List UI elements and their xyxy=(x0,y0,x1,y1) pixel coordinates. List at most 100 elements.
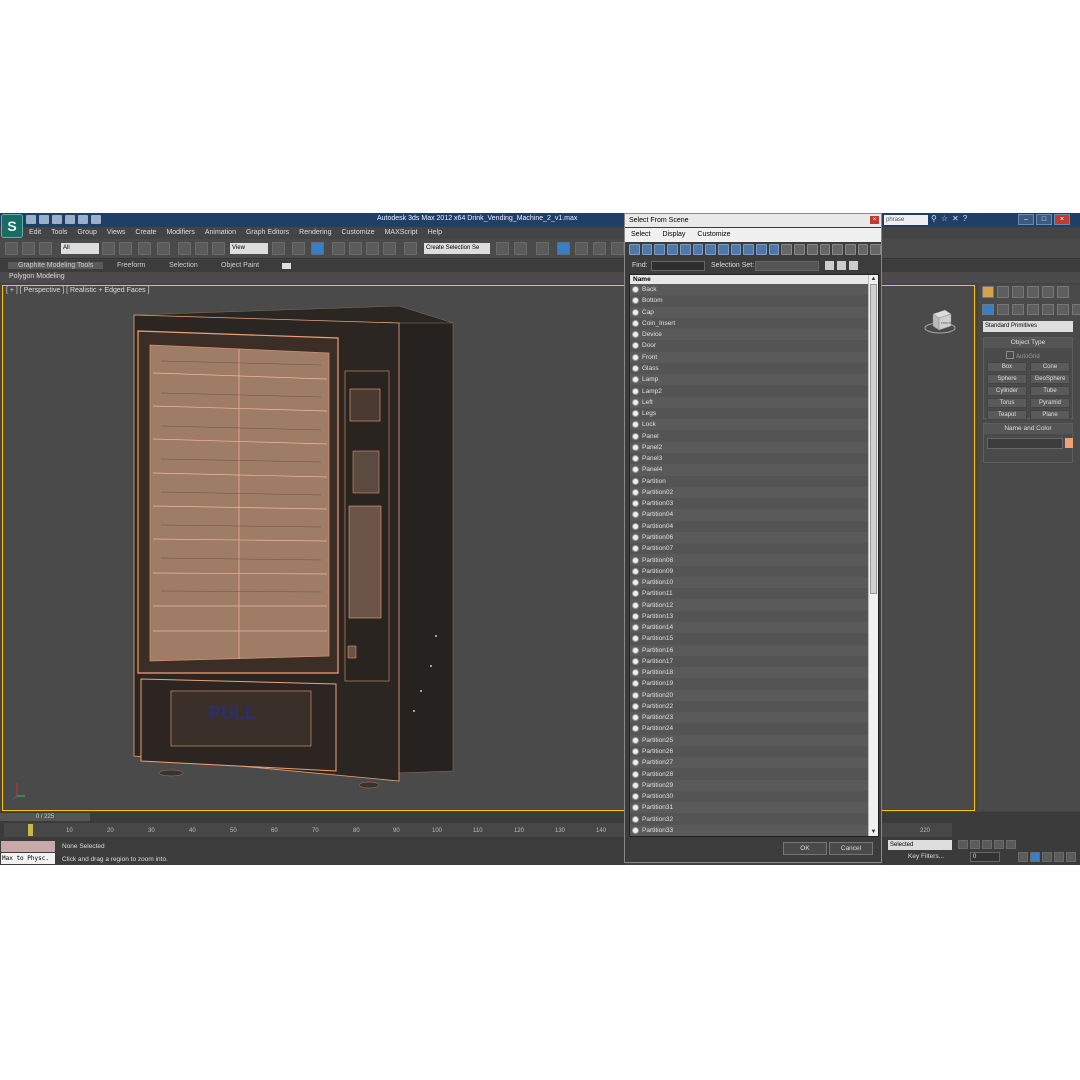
time-slider[interactable]: 0 / 225 xyxy=(0,813,90,821)
filter-icon[interactable] xyxy=(857,244,869,255)
tab-selection[interactable]: Selection xyxy=(169,262,198,269)
list-item[interactable]: Door xyxy=(630,340,868,352)
list-item[interactable]: Partition27 xyxy=(630,757,868,769)
curve-editor-icon[interactable] xyxy=(575,242,588,255)
select-by-name-icon[interactable] xyxy=(119,242,132,255)
list-item[interactable]: Partition04 xyxy=(630,509,868,521)
reference-coordinate-dropdown[interactable]: View xyxy=(230,243,268,254)
cylinder-button[interactable]: Cylinder xyxy=(987,386,1027,396)
list-item[interactable]: Lock xyxy=(630,419,868,431)
edit-selection-set-icon[interactable] xyxy=(825,261,834,270)
list-item[interactable]: Partition11 xyxy=(630,588,868,600)
motion-tab-icon[interactable] xyxy=(1027,286,1039,298)
track-bar-end[interactable] xyxy=(882,823,952,837)
viewport-label[interactable]: [ + ] [ Perspective ] [ Realistic + Edge… xyxy=(6,287,150,294)
space-warps-icon[interactable] xyxy=(1057,304,1069,315)
graphite-toggle-icon[interactable] xyxy=(557,242,570,255)
menu-rendering[interactable]: Rendering xyxy=(294,227,336,239)
list-item[interactable]: Partition02 xyxy=(630,486,868,499)
object-name-field[interactable] xyxy=(987,438,1063,449)
schematic-view-icon[interactable] xyxy=(593,242,606,255)
menu-group[interactable]: Group xyxy=(72,227,101,239)
open-file-icon[interactable] xyxy=(39,215,49,224)
list-item[interactable]: Partition26 xyxy=(630,745,868,758)
spinner-snap-icon[interactable] xyxy=(383,242,396,255)
sphere-button[interactable]: Sphere xyxy=(987,374,1027,384)
scroll-up-arrow-icon[interactable]: ▲ xyxy=(869,275,878,283)
display-lights-icon[interactable] xyxy=(654,244,666,255)
list-item[interactable]: Bottom xyxy=(630,295,868,307)
list-item[interactable]: Partition31 xyxy=(630,802,868,814)
select-object-icon[interactable] xyxy=(102,242,115,255)
scene-object-list[interactable]: Name Back Bottom Cap Coin_Insert Device Door F… xyxy=(629,274,879,837)
current-frame-field[interactable]: 0 xyxy=(970,852,1000,862)
search-input[interactable]: phrase xyxy=(884,215,928,225)
menu-maxscript[interactable]: MAXScript xyxy=(380,227,423,239)
list-item[interactable]: Partition24 xyxy=(630,723,868,735)
create-tab-icon[interactable] xyxy=(982,286,994,298)
select-all-icon[interactable] xyxy=(819,244,831,255)
cameras-icon[interactable] xyxy=(1027,304,1039,315)
tab-graphite-modeling-tools[interactable]: Graphite Modeling Tools xyxy=(8,262,104,269)
maxscript-mini-listener[interactable]: Max to Physc. xyxy=(1,853,55,864)
display-bones-icon[interactable] xyxy=(730,244,742,255)
display-shapes-icon[interactable] xyxy=(641,244,653,255)
list-item[interactable]: Panel3 xyxy=(630,452,868,465)
keyboard-shortcut-override-icon[interactable] xyxy=(311,242,324,255)
maxscript-listener-output[interactable] xyxy=(1,841,55,852)
list-item[interactable]: Partition15 xyxy=(630,633,868,645)
display-containers-icon[interactable] xyxy=(743,244,755,255)
list-item[interactable]: Partition20 xyxy=(630,689,868,701)
percent-snap-icon[interactable] xyxy=(366,242,379,255)
dialog-menu-display[interactable]: Display xyxy=(656,228,691,242)
find-input[interactable] xyxy=(651,261,705,271)
pan-icon[interactable] xyxy=(1042,852,1052,862)
helpers-icon[interactable] xyxy=(1042,304,1054,315)
list-item[interactable]: Partition09 xyxy=(630,565,868,577)
minimize-button[interactable]: – xyxy=(1018,214,1034,225)
list-item[interactable]: Legs xyxy=(630,407,868,420)
menu-tools[interactable]: Tools xyxy=(46,227,72,239)
menu-create[interactable]: Create xyxy=(130,227,161,239)
star-icon[interactable]: ☆ xyxy=(941,214,948,223)
material-editor-icon[interactable] xyxy=(611,242,624,255)
list-item[interactable]: Partition04 xyxy=(630,520,868,532)
previous-frame-icon[interactable] xyxy=(970,840,980,849)
project-folder-icon[interactable] xyxy=(91,215,101,224)
list-item[interactable]: Lamp xyxy=(630,374,868,386)
lights-icon[interactable] xyxy=(1012,304,1024,315)
angle-snap-icon[interactable] xyxy=(349,242,362,255)
list-item[interactable]: Glass xyxy=(630,362,868,375)
dialog-close-button[interactable]: × xyxy=(870,216,879,224)
exchange-icon[interactable]: ✕ xyxy=(952,214,959,223)
list-item[interactable]: Partition17 xyxy=(630,655,868,668)
selection-set-dropdown[interactable] xyxy=(755,261,819,271)
viewcube-icon[interactable]: FRONT xyxy=(923,306,957,334)
list-item[interactable]: Partition18 xyxy=(630,667,868,679)
maximize-button[interactable]: □ xyxy=(1036,214,1052,225)
tab-freeform[interactable]: Freeform xyxy=(117,262,145,269)
tab-object-paint[interactable]: Object Paint xyxy=(221,262,259,269)
select-none-icon[interactable] xyxy=(832,244,843,255)
scale-icon[interactable] xyxy=(212,242,225,255)
hierarchy-tab-icon[interactable] xyxy=(1012,286,1024,298)
list-scrollbar[interactable]: ▲ ▼ xyxy=(868,275,878,836)
list-item[interactable]: Coin_Insert xyxy=(630,317,868,330)
list-item[interactable]: Partition22 xyxy=(630,700,868,713)
undo-icon[interactable] xyxy=(65,215,75,224)
list-item[interactable]: Panel2 xyxy=(630,441,868,453)
torus-button[interactable]: Torus xyxy=(987,398,1027,408)
menu-modifiers[interactable]: Modifiers xyxy=(161,227,199,239)
link-icon[interactable] xyxy=(5,242,18,255)
display-cameras-icon[interactable] xyxy=(667,244,678,255)
list-item[interactable]: Partition xyxy=(630,475,868,487)
unlink-icon[interactable] xyxy=(22,242,35,255)
key-mode-dropdown[interactable]: Selected xyxy=(888,840,952,850)
display-helpers-icon[interactable] xyxy=(679,244,691,255)
display-xrefs-icon[interactable] xyxy=(717,244,729,255)
rotate-icon[interactable] xyxy=(195,242,208,255)
name-column-header[interactable]: Name xyxy=(630,275,868,284)
list-item[interactable]: Partition30 xyxy=(630,790,868,803)
zoom-icon[interactable] xyxy=(1018,852,1028,862)
next-frame-icon[interactable] xyxy=(994,840,1004,849)
